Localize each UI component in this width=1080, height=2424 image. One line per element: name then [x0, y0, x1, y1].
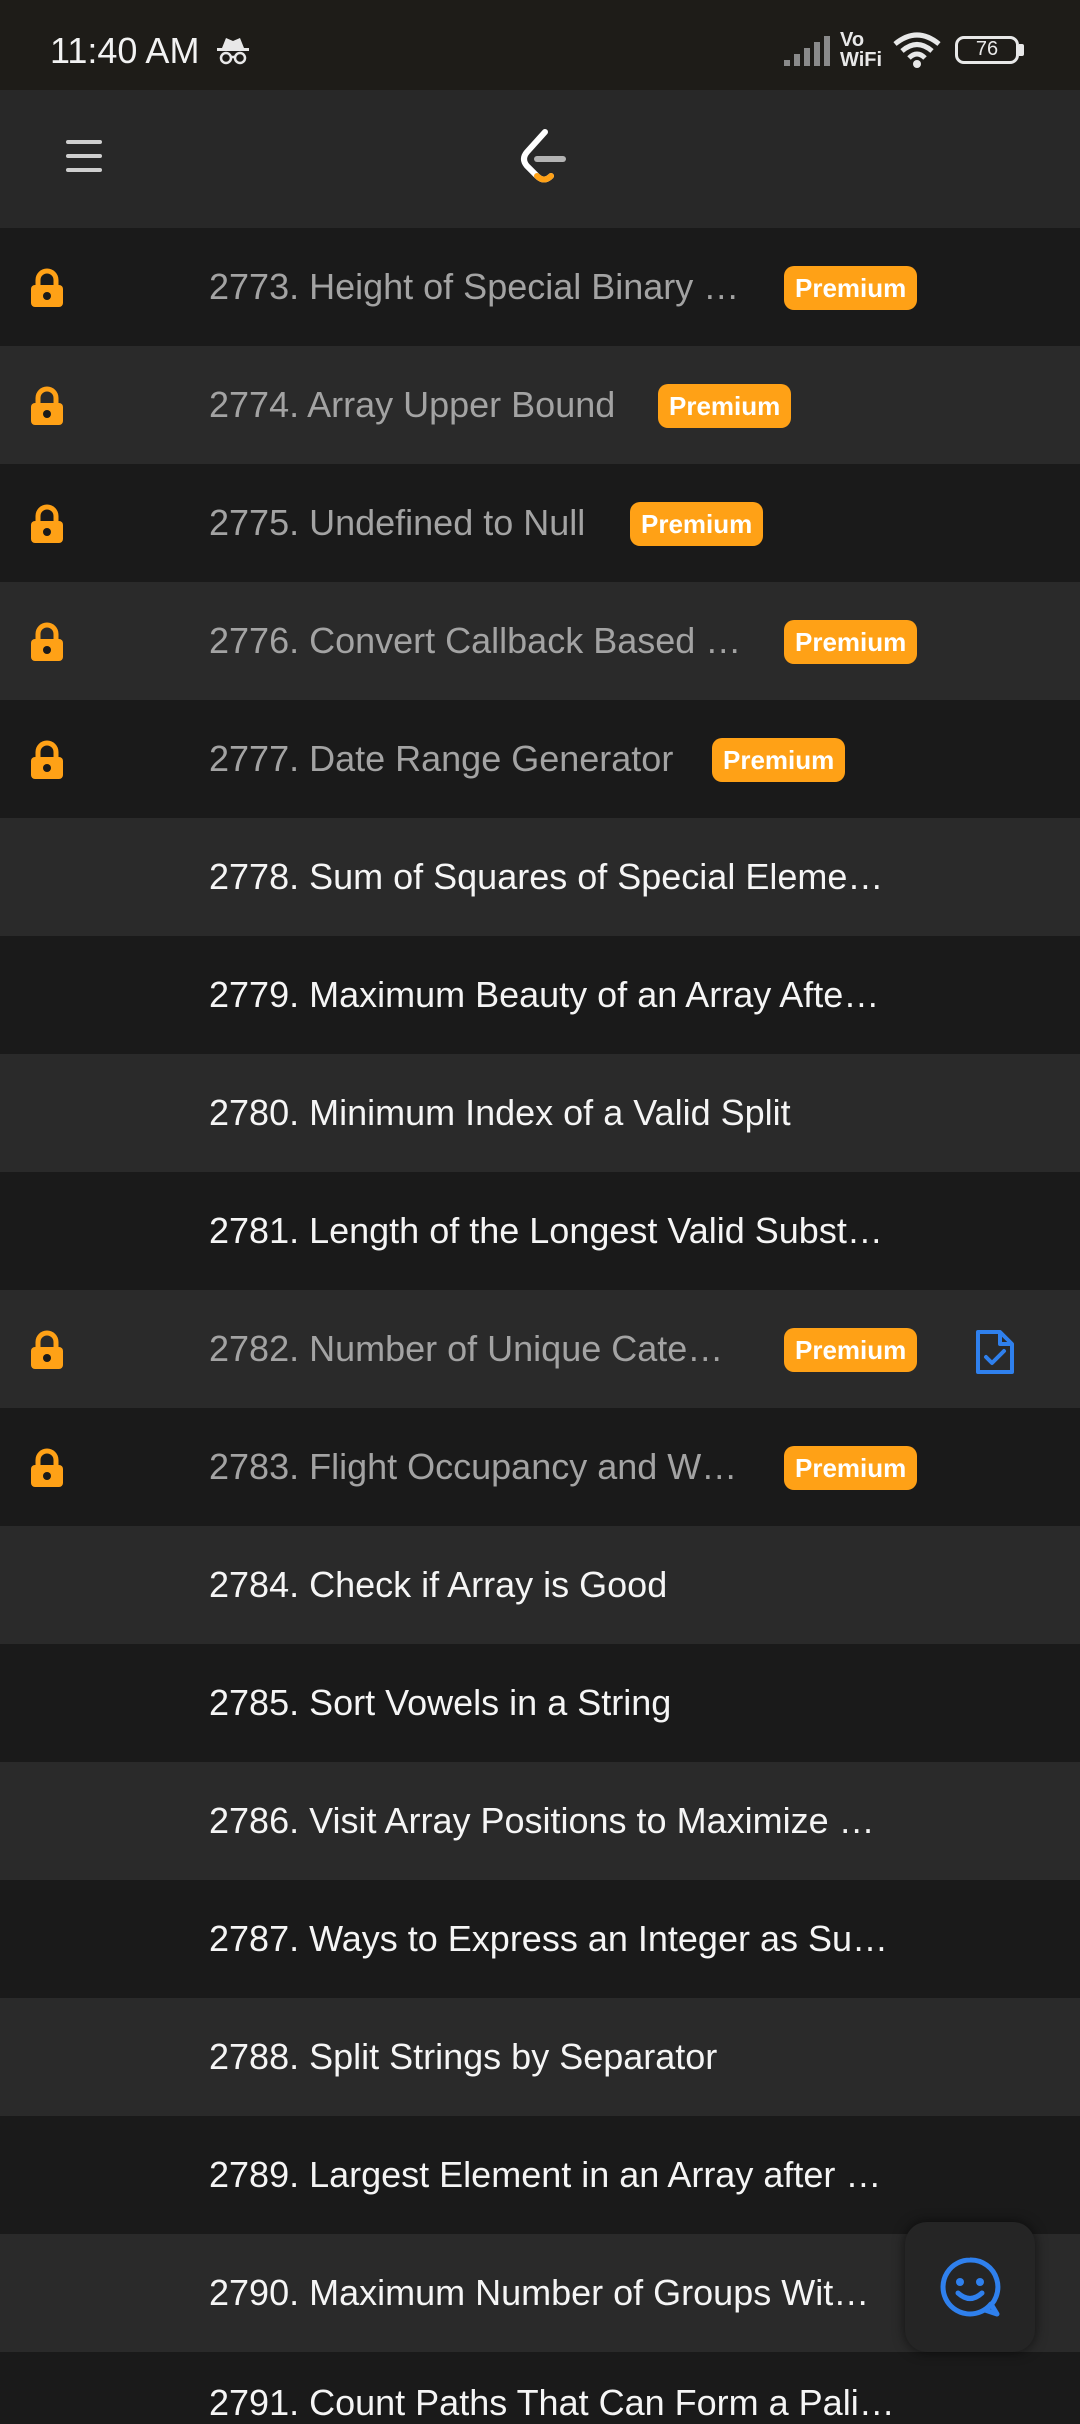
- problem-row[interactable]: 2777. Date Range Generator Premium: [0, 700, 1080, 818]
- problem-row[interactable]: 2781. Length of the Longest Valid Subst…: [0, 1172, 1080, 1290]
- problem-row[interactable]: 2783. Flight Occupancy and W… Premium: [0, 1408, 1080, 1526]
- lock-icon: [28, 740, 66, 780]
- problem-title-partial[interactable]: 2791. Count Paths That Can Form a Pali…: [209, 2382, 895, 2424]
- problem-title: 2785. Sort Vowels in a String: [209, 1682, 672, 1723]
- problem-row[interactable]: 2773. Height of Special Binary … Premium: [0, 228, 1080, 346]
- feedback-button[interactable]: [905, 2222, 1035, 2352]
- premium-badge: Premium: [712, 738, 846, 782]
- problem-row[interactable]: 2786. Visit Array Positions to Maximize …: [0, 1762, 1080, 1880]
- problem-title: 2774. Array Upper Bound: [209, 384, 616, 425]
- lock-icon: [28, 386, 66, 426]
- status-bar: 11:40 AM Vo WiFi 76: [0, 0, 1080, 90]
- problem-title: 2786. Visit Array Positions to Maximize …: [209, 1800, 875, 1841]
- problem-title: 2788. Split Strings by Separator: [209, 2036, 718, 2077]
- problem-title: 2773. Height of Special Binary …: [209, 266, 740, 307]
- vowifi-indicator: Vo WiFi: [840, 30, 882, 70]
- problem-title: 2784. Check if Array is Good: [209, 1564, 668, 1605]
- problem-row[interactable]: 2779. Maximum Beauty of an Array Afte…: [0, 936, 1080, 1054]
- problem-title: 2789. Largest Element in an Array after …: [209, 2154, 882, 2195]
- solution-document-icon[interactable]: [974, 1328, 1016, 1381]
- problem-title: 2776. Convert Callback Based …: [209, 620, 742, 661]
- lock-icon: [28, 1448, 66, 1488]
- lock-icon: [28, 504, 66, 544]
- vowifi-label-top: Vo: [840, 29, 865, 51]
- problem-row[interactable]: 2784. Check if Array is Good: [0, 1526, 1080, 1644]
- battery-tip: [1019, 44, 1024, 56]
- problem-title: 2778. Sum of Squares of Special Eleme…: [209, 856, 884, 897]
- wifi-icon: [892, 32, 942, 75]
- problem-list: 2773. Height of Special Binary … Premium 2…: [0, 228, 1080, 2352]
- incognito-icon: [216, 36, 250, 71]
- problem-row[interactable]: 2776. Convert Callback Based … Premium: [0, 582, 1080, 700]
- problem-row[interactable]: 2788. Split Strings by Separator: [0, 1998, 1080, 2116]
- leetcode-logo-icon[interactable]: [515, 126, 571, 195]
- problem-title: 2781. Length of the Longest Valid Subst…: [209, 1210, 883, 1251]
- battery-level: 76: [975, 38, 999, 60]
- problem-row[interactable]: 2775. Undefined to Null Premium: [0, 464, 1080, 582]
- chat-smile-icon: [940, 2257, 1001, 2317]
- app-header: [0, 90, 1080, 228]
- lock-icon: [28, 622, 66, 662]
- premium-badge: Premium: [784, 620, 918, 664]
- problem-title: 2779. Maximum Beauty of an Array Afte…: [209, 974, 880, 1015]
- premium-badge: Premium: [784, 266, 918, 310]
- problem-row[interactable]: 2774. Array Upper Bound Premium: [0, 346, 1080, 464]
- problem-title: 2782. Number of Unique Cate…: [209, 1328, 724, 1369]
- lock-icon: [28, 268, 66, 308]
- lock-icon: [28, 1330, 66, 1370]
- premium-badge: Premium: [784, 1328, 918, 1372]
- problem-row[interactable]: 2782. Number of Unique Cate… Premium: [0, 1290, 1080, 1408]
- problem-title: 2790. Maximum Number of Groups Wit…: [209, 2272, 870, 2313]
- status-time: 11:40 AM: [50, 30, 200, 71]
- premium-badge: Premium: [658, 384, 792, 428]
- problem-title: 2777. Date Range Generator: [209, 738, 674, 779]
- vowifi-label-bottom: WiFi: [840, 49, 883, 71]
- problem-title: 2783. Flight Occupancy and W…: [209, 1446, 738, 1487]
- premium-badge: Premium: [630, 502, 764, 546]
- battery-icon: 76: [955, 36, 1019, 64]
- problem-row[interactable]: 2789. Largest Element in an Array after …: [0, 2116, 1080, 2234]
- problem-row[interactable]: 2778. Sum of Squares of Special Eleme…: [0, 818, 1080, 936]
- signal-icon: [782, 34, 834, 73]
- problem-title: 2780. Minimum Index of a Valid Split: [209, 1092, 791, 1133]
- problem-title: 2775. Undefined to Null: [209, 502, 586, 543]
- menu-icon[interactable]: [64, 136, 104, 176]
- problem-row[interactable]: 2780. Minimum Index of a Valid Split: [0, 1054, 1080, 1172]
- problem-row[interactable]: 2785. Sort Vowels in a String: [0, 1644, 1080, 1762]
- premium-badge: Premium: [784, 1446, 918, 1490]
- problem-title: 2787. Ways to Express an Integer as Su…: [209, 1918, 889, 1959]
- problem-row[interactable]: 2787. Ways to Express an Integer as Su…: [0, 1880, 1080, 1998]
